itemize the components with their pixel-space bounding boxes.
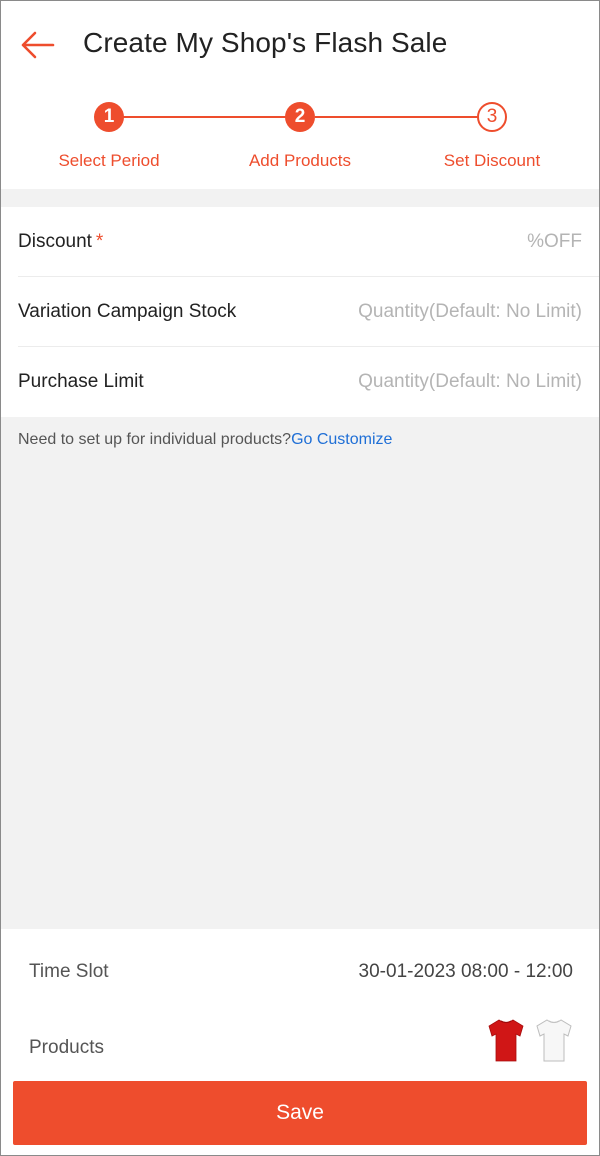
discount-label: Discount * bbox=[18, 230, 104, 252]
products-label: Products bbox=[29, 1037, 104, 1058]
discount-form: Discount* Variation Campaign Stock Purch… bbox=[1, 207, 599, 417]
discount-row: Discount * bbox=[18, 207, 599, 277]
purchase-limit-input[interactable] bbox=[312, 371, 582, 393]
purchase-limit-row: Purchase Limit bbox=[18, 347, 599, 417]
step-connector-1-2 bbox=[123, 116, 287, 118]
summary-panel: Time Slot 30-01-2023 08:00 - 12:00 Produ… bbox=[1, 929, 599, 1155]
products-row[interactable]: Products bbox=[29, 1017, 573, 1063]
campaign-stock-label: Variation Campaign Stock bbox=[18, 300, 237, 322]
time-slot-label: Time Slot bbox=[29, 961, 109, 982]
arrow-left-icon bbox=[21, 31, 55, 59]
customize-hint: Need to set up for individual products?G… bbox=[18, 431, 392, 449]
step-1-label: Select Period bbox=[58, 151, 160, 170]
go-customize-link[interactable]: Go Customize bbox=[291, 431, 392, 448]
step-3-indicator: 3 bbox=[477, 102, 507, 132]
time-slot-value: 30-01-2023 08:00 - 12:00 bbox=[358, 961, 573, 982]
discount-input[interactable] bbox=[312, 230, 582, 253]
purchase-limit-label: Purchase Limit bbox=[18, 371, 144, 392]
app-header: Create My Shop's Flash Sale bbox=[1, 1, 599, 89]
campaign-stock-input[interactable] bbox=[312, 300, 582, 323]
campaign-stock-row: Variation Campaign Stock bbox=[18, 277, 599, 347]
red-tshirt-icon bbox=[488, 1019, 524, 1062]
back-button[interactable] bbox=[15, 25, 59, 65]
customize-hint-text: Need to set up for individual products? bbox=[18, 431, 292, 448]
page-title: Create My Shop's Flash Sale bbox=[83, 27, 448, 58]
save-button[interactable]: Save bbox=[13, 1081, 587, 1145]
step-2-indicator: 2 bbox=[285, 102, 315, 132]
time-slot-row: Time Slot 30-01-2023 08:00 - 12:00 bbox=[29, 961, 573, 983]
step-1-indicator: 1 bbox=[94, 102, 124, 132]
required-mark: * bbox=[95, 230, 104, 252]
step-connector-2-3 bbox=[315, 116, 479, 118]
step-2-label: Add Products bbox=[248, 151, 352, 170]
product-thumbnails[interactable] bbox=[487, 1017, 573, 1063]
step-3-label: Set Discount bbox=[443, 151, 541, 170]
progress-stepper: 1 2 3 Select Period Add Products Set Dis… bbox=[1, 89, 599, 189]
white-tshirt-icon bbox=[536, 1019, 572, 1062]
